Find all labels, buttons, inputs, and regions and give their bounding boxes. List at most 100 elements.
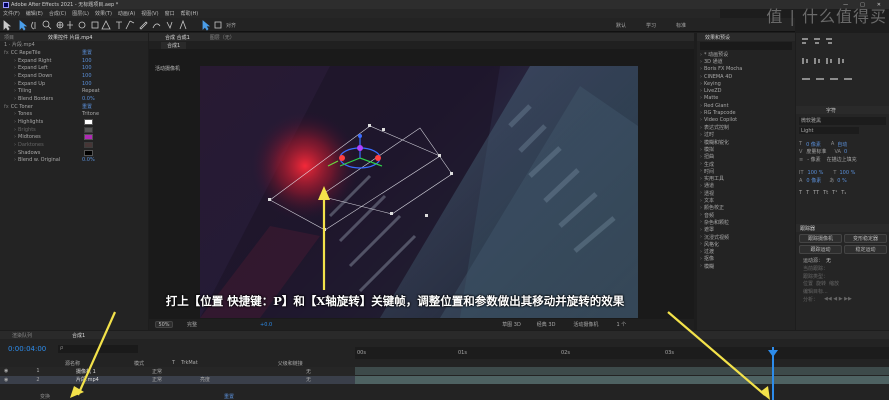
expand-triangle-icon[interactable]: ›: [14, 142, 16, 148]
time-ruler[interactable]: 00s 01s 02s 03s: [355, 347, 889, 359]
exposure-value[interactable]: +0.0: [260, 322, 272, 328]
effect-row[interactable]: › Expand Up 100: [0, 80, 148, 88]
layer-parent[interactable]: 无: [306, 376, 311, 383]
warp-stabilizer-button[interactable]: 变形稳定器: [844, 234, 887, 243]
effect-value[interactable]: 0.0%: [82, 157, 95, 163]
workspace-learn[interactable]: 学习: [646, 22, 656, 29]
effect-category-item[interactable]: › 风格化: [700, 241, 795, 248]
effect-value[interactable]: 100: [82, 73, 92, 79]
expand-triangle-icon[interactable]: fx: [4, 50, 9, 56]
menu-effect[interactable]: 效果(T): [95, 10, 112, 17]
effect-category-item[interactable]: › 表达式控制: [700, 124, 795, 132]
effect-value[interactable]: 0.0%: [82, 96, 95, 102]
menu-help[interactable]: 帮助(H): [181, 10, 199, 17]
align-icons[interactable]: [796, 33, 889, 103]
layer-name[interactable]: 片段.mp4: [76, 376, 99, 383]
effect-row[interactable]: › Expand Left 100: [0, 64, 148, 72]
effect-category-item[interactable]: › 3D 通道: [700, 58, 795, 66]
effect-row[interactable]: › Blend w. Original 0.0%: [0, 157, 148, 165]
effect-category-item[interactable]: › 扭曲: [700, 153, 795, 161]
layer-name[interactable]: 摄像机 1: [76, 368, 96, 375]
motion-source-select[interactable]: 无: [826, 257, 831, 264]
table-row[interactable]: ◉ 1 摄像机 1 正常 无: [0, 367, 355, 376]
tracking-value[interactable]: 0: [844, 149, 847, 155]
effect-category-item[interactable]: › 通道: [700, 182, 795, 190]
menu-layer[interactable]: 图层(L): [72, 10, 89, 17]
color-swatch[interactable]: [84, 134, 93, 141]
menu-animation[interactable]: 动画(A): [118, 10, 135, 17]
effect-value[interactable]: Repeat: [82, 88, 100, 94]
table-row[interactable]: ◉ 2 片段.mp4 正常 亮度 无: [0, 375, 355, 384]
effect-category-item[interactable]: › Keying: [700, 80, 795, 87]
effect-category-item[interactable]: › 颜色校正: [700, 204, 795, 212]
expand-triangle-icon[interactable]: ›: [14, 73, 16, 79]
effect-category-item[interactable]: › 时间: [700, 168, 795, 175]
text-style-buttons[interactable]: T T TT Tt T¹ T₁: [799, 189, 886, 197]
effect-row[interactable]: › Brights: [0, 126, 148, 134]
expand-triangle-icon[interactable]: fx: [4, 104, 9, 110]
workspace-default[interactable]: 默认: [616, 22, 626, 29]
expand-triangle-icon[interactable]: ›: [14, 58, 16, 64]
views-select[interactable]: 1 个: [616, 321, 626, 328]
font-style-select[interactable]: Light: [799, 126, 859, 135]
font-size-value[interactable]: 0 像素: [806, 141, 821, 148]
timecode[interactable]: 0:00:04:00: [8, 345, 46, 353]
baseline-value[interactable]: 0 像素: [806, 177, 821, 184]
comp-viewport[interactable]: [200, 66, 638, 318]
expand-triangle-icon[interactable]: ›: [14, 127, 16, 133]
reset-link[interactable]: 重置: [82, 103, 92, 110]
effect-row[interactable]: › Highlights: [0, 118, 148, 126]
tab-render-queue[interactable]: 渲染队列: [12, 332, 32, 339]
stroke-value[interactable]: - 像素: [807, 156, 820, 163]
effect-category-item[interactable]: › 杂色和颗粒: [700, 219, 795, 226]
effect-row[interactable]: › Tiling Repeat: [0, 87, 148, 95]
stabilize-motion-button[interactable]: 稳定运动: [844, 245, 887, 254]
renderer-select[interactable]: 草图 3D: [502, 321, 521, 328]
font-name-select[interactable]: 微软雅黑: [799, 117, 886, 125]
expand-triangle-icon[interactable]: ›: [14, 81, 16, 87]
effect-category-item[interactable]: › 沉浸式视频: [700, 233, 795, 241]
tsume-value[interactable]: 0 %: [837, 178, 847, 184]
option-position[interactable]: 位置: [803, 280, 813, 287]
effect-category-item[interactable]: › LiveZD: [700, 87, 795, 94]
menu-file[interactable]: 文件(F): [3, 10, 20, 17]
effect-row[interactable]: › Expand Right 100: [0, 57, 148, 65]
menu-view[interactable]: 视图(V): [141, 10, 158, 17]
playhead-marker[interactable]: [768, 350, 778, 357]
effect-category-item[interactable]: › 过渡: [700, 248, 795, 256]
reset-link[interactable]: 重置: [82, 49, 92, 56]
color-swatch[interactable]: [84, 126, 93, 133]
layer-mode[interactable]: 正常: [152, 376, 162, 383]
layer-mode[interactable]: 正常: [152, 368, 162, 375]
effect-category-item[interactable]: › Matte: [700, 95, 795, 102]
effect-category-item[interactable]: › 生成: [700, 160, 795, 168]
effect-category-item[interactable]: › CINEMA 4D: [700, 73, 795, 80]
expand-triangle-icon[interactable]: ›: [14, 111, 16, 117]
effect-row[interactable]: › Expand Down 100: [0, 72, 148, 80]
effect-value[interactable]: Tritone: [82, 111, 99, 117]
effect-category-item[interactable]: › 模糊和锐化: [700, 139, 795, 146]
effect-value[interactable]: 100: [82, 81, 92, 87]
effect-row[interactable]: › Midtones: [0, 134, 148, 142]
track-clip[interactable]: [355, 376, 889, 384]
effect-category-item[interactable]: › Red Giant: [700, 102, 795, 109]
effect-row[interactable]: › Shadows: [0, 149, 148, 157]
effect-value[interactable]: 100: [82, 65, 92, 71]
hscale-value[interactable]: 100 %: [839, 170, 855, 176]
tab-composition[interactable]: 合成 合成1: [165, 34, 190, 41]
effect-category-item[interactable]: › 文本: [700, 197, 795, 205]
effect-category-item[interactable]: › Video Copilot: [700, 117, 795, 124]
effect-category-item[interactable]: › 遮罩: [700, 226, 795, 234]
kerning-value[interactable]: 度量标准: [806, 148, 826, 155]
menu-composition[interactable]: 合成(C): [49, 10, 66, 17]
edit-target-button[interactable]: 编辑目标...: [803, 288, 828, 295]
timeline-search[interactable]: ρ: [58, 345, 138, 353]
track-camera[interactable]: [355, 367, 889, 375]
expand-triangle-icon[interactable]: ›: [14, 65, 16, 71]
effect-value[interactable]: 100: [82, 58, 92, 64]
option-scale[interactable]: 缩放: [829, 280, 839, 287]
effect-category-item[interactable]: › Boris FX Mocha: [700, 66, 795, 73]
vscale-value[interactable]: 100 %: [808, 170, 824, 176]
track-camera-button[interactable]: 跟踪摄像机: [799, 234, 842, 243]
expand-triangle-icon[interactable]: ›: [14, 134, 16, 140]
